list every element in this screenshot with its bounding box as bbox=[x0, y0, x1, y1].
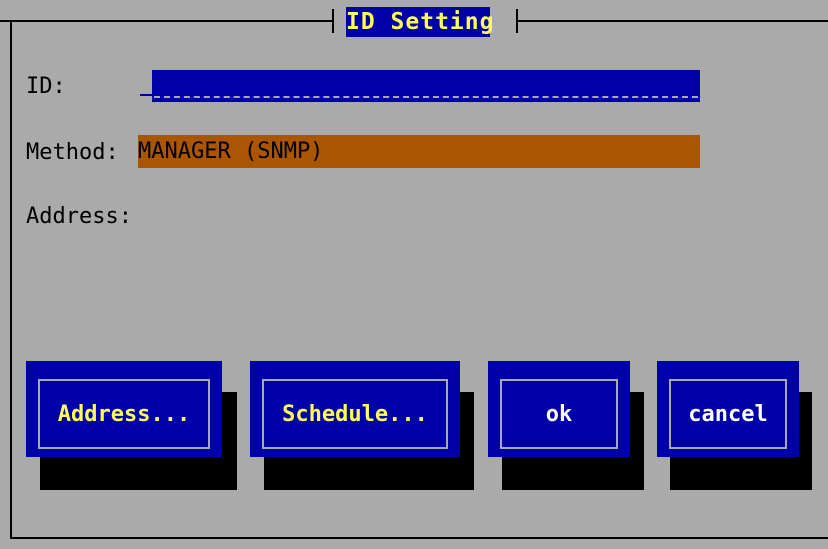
method-label: Method: bbox=[26, 140, 119, 165]
method-select[interactable]: MANAGER (SNMP) bbox=[138, 135, 700, 168]
address-button[interactable]: Address... bbox=[26, 361, 222, 457]
window-title: ID Setting bbox=[346, 7, 495, 37]
schedule-button[interactable]: Schedule... bbox=[250, 361, 460, 457]
frame-bottom-border bbox=[10, 537, 828, 539]
title-right-tick bbox=[516, 9, 518, 33]
id-input-underline bbox=[154, 96, 698, 98]
cancel-button-label: cancel bbox=[688, 401, 768, 427]
text-cursor bbox=[140, 94, 152, 96]
frame-left-border bbox=[10, 21, 12, 539]
frame-top-left-border bbox=[0, 20, 333, 22]
ok-button[interactable]: ok bbox=[488, 361, 630, 457]
address-button-label: Address... bbox=[57, 401, 191, 427]
ok-button-label: ok bbox=[545, 401, 573, 427]
cancel-button[interactable]: cancel bbox=[657, 361, 799, 457]
title-left-tick bbox=[332, 9, 334, 33]
id-label: ID: bbox=[26, 74, 66, 99]
frame-top-right-border bbox=[518, 20, 828, 22]
schedule-button-label: Schedule... bbox=[282, 401, 428, 427]
address-label: Address: bbox=[26, 204, 132, 229]
